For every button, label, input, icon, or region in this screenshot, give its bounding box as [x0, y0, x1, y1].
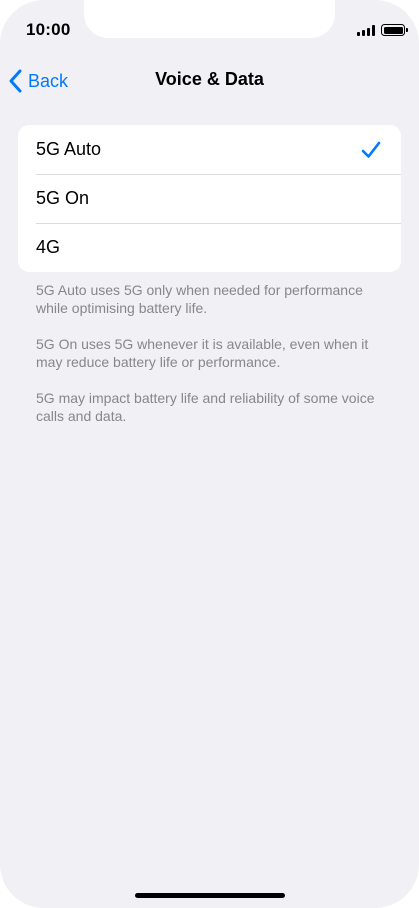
option-label: 4G — [36, 237, 61, 257]
option-5g-on[interactable]: 5G On — [18, 174, 401, 223]
option-5g-auto[interactable]: 5G Auto — [18, 125, 401, 174]
footnote-5g-impact: 5G may impact battery life and reliabili… — [36, 390, 375, 424]
footnote-5g-auto: 5G Auto uses 5G only when needed for per… — [36, 282, 363, 316]
battery-icon — [381, 24, 408, 36]
footnote-5g-on: 5G On uses 5G whenever it is available, … — [36, 336, 369, 370]
option-4g[interactable]: 4G — [18, 223, 401, 272]
status-time: 10:00 — [26, 20, 71, 39]
option-label: 5G Auto — [36, 139, 102, 159]
cellular-signal-icon — [357, 24, 375, 36]
notch — [84, 0, 335, 38]
footnotes: 5G Auto uses 5G only when needed for per… — [36, 281, 396, 443]
checkmark-icon — [361, 141, 381, 158]
option-label: 5G On — [36, 188, 90, 208]
phone-screen: 10:00 Back Voice & Data 5G Auto 5G On 4G… — [0, 0, 419, 908]
network-mode-list: 5G Auto 5G On 4G — [18, 125, 401, 272]
home-indicator[interactable] — [135, 893, 285, 898]
page-title: Voice & Data — [155, 69, 264, 89]
status-icons — [357, 24, 408, 36]
